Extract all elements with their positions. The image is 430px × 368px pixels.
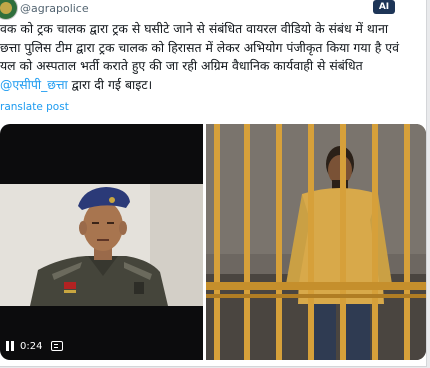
tweet-text-line-3: यल को अस्पताल भर्ती कराते हुए की जा रही … [0, 58, 363, 73]
tweet-text-line-2: छत्ता पुलिस टीम द्वारा ट्रक चालक को हिरा… [0, 39, 400, 55]
translate-post-link[interactable]: ranslate post [0, 101, 69, 113]
author-avatar[interactable] [0, 0, 18, 20]
video-player[interactable]: 0:24 [0, 124, 203, 360]
video-time: 0:24 [20, 340, 43, 352]
officer-image [0, 184, 203, 306]
tweet-text-line-1: वक को ट्रक चालक द्वारा ट्रक से घसीटे जान… [0, 21, 389, 36]
ai-badge-icon[interactable]: AI [373, 0, 395, 14]
tweet-text-line-4-rest: द्वारा दी गई बाइट। [67, 76, 153, 92]
tweet-card[interactable]: @agrapolice AI वक को ट्रक चालक द्वारा ट्… [0, 0, 427, 367]
detained-man-image [206, 124, 426, 360]
tweet-header: @agrapolice AI [0, 0, 426, 20]
acp-mention-link[interactable]: @एसीपी_छत्ता [0, 77, 68, 92]
tweet-text-line-4: @एसीपी_छत्ता द्वारा दी गई बाइट। [0, 76, 424, 95]
author-handle[interactable]: @agrapolice [20, 2, 89, 15]
pause-icon[interactable] [6, 341, 15, 351]
video-frame[interactable] [0, 184, 203, 306]
tweet-text: वक को ट्रक चालक द्वारा ट्रक से घसीटे जान… [0, 20, 424, 94]
photo-lockup[interactable] [206, 124, 426, 360]
video-controls: 0:24 [6, 337, 64, 355]
captions-icon[interactable] [51, 341, 64, 351]
